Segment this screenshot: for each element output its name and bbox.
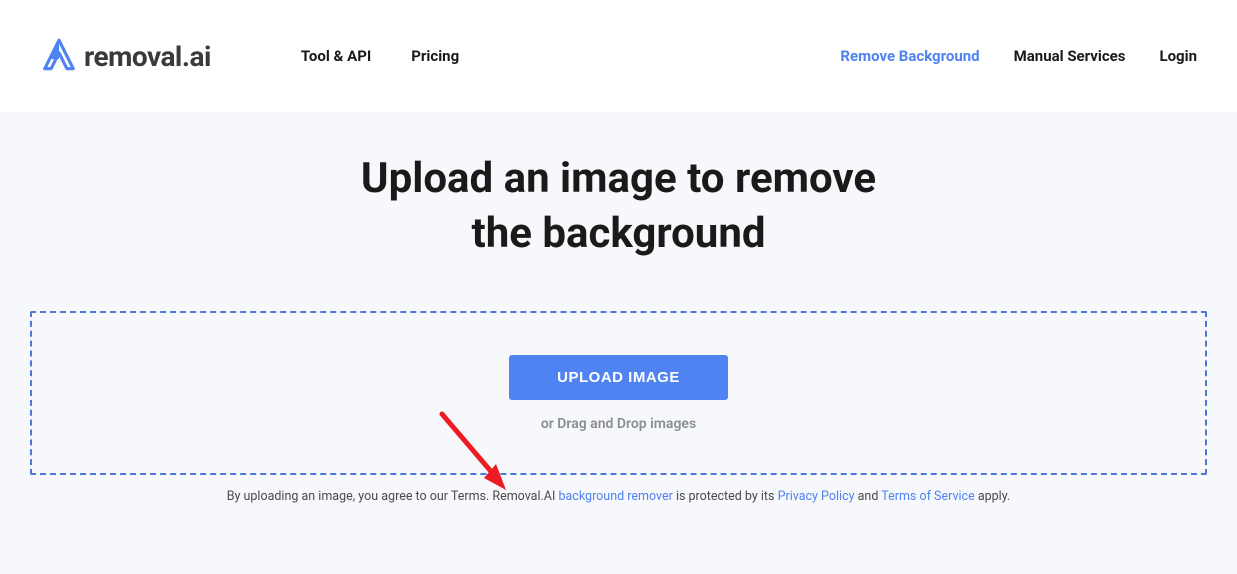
drag-drop-text: or Drag and Drop images: [541, 416, 696, 432]
hero-title-line2: the background: [471, 209, 765, 258]
nav-manual-services[interactable]: Manual Services: [1014, 47, 1126, 65]
logo[interactable]: removal.ai: [40, 37, 211, 75]
nav-pricing[interactable]: Pricing: [411, 47, 459, 65]
nav-login[interactable]: Login: [1159, 47, 1197, 65]
hero-title-line1: Upload an image to remove: [361, 154, 876, 203]
terms-text: By uploading an image, you agree to our …: [0, 489, 1237, 504]
logo-icon: [40, 37, 78, 75]
terms-suffix: apply.: [975, 489, 1011, 504]
terms-link-background-remover[interactable]: background remover: [558, 489, 672, 504]
hero-title: Upload an image to remove the background: [0, 152, 1237, 261]
terms-link-terms-of-service[interactable]: Terms of Service: [881, 489, 974, 504]
upload-image-button[interactable]: UPLOAD IMAGE: [509, 355, 728, 400]
nav-remove-background[interactable]: Remove Background: [840, 47, 979, 65]
terms-prefix: By uploading an image, you agree to our …: [227, 489, 559, 504]
nav-left: Tool & API Pricing: [301, 47, 459, 65]
terms-mid1: is protected by its: [673, 489, 778, 504]
nav-right: Remove Background Manual Services Login: [840, 47, 1197, 65]
terms-link-privacy-policy[interactable]: Privacy Policy: [778, 489, 855, 504]
hero: Upload an image to remove the background…: [0, 112, 1237, 574]
header: removal.ai Tool & API Pricing Remove Bac…: [0, 0, 1237, 112]
logo-text: removal.ai: [84, 40, 211, 73]
terms-mid2: and: [855, 489, 882, 504]
nav-tool-api[interactable]: Tool & API: [301, 47, 371, 65]
upload-dropzone[interactable]: UPLOAD IMAGE or Drag and Drop images: [30, 311, 1207, 475]
